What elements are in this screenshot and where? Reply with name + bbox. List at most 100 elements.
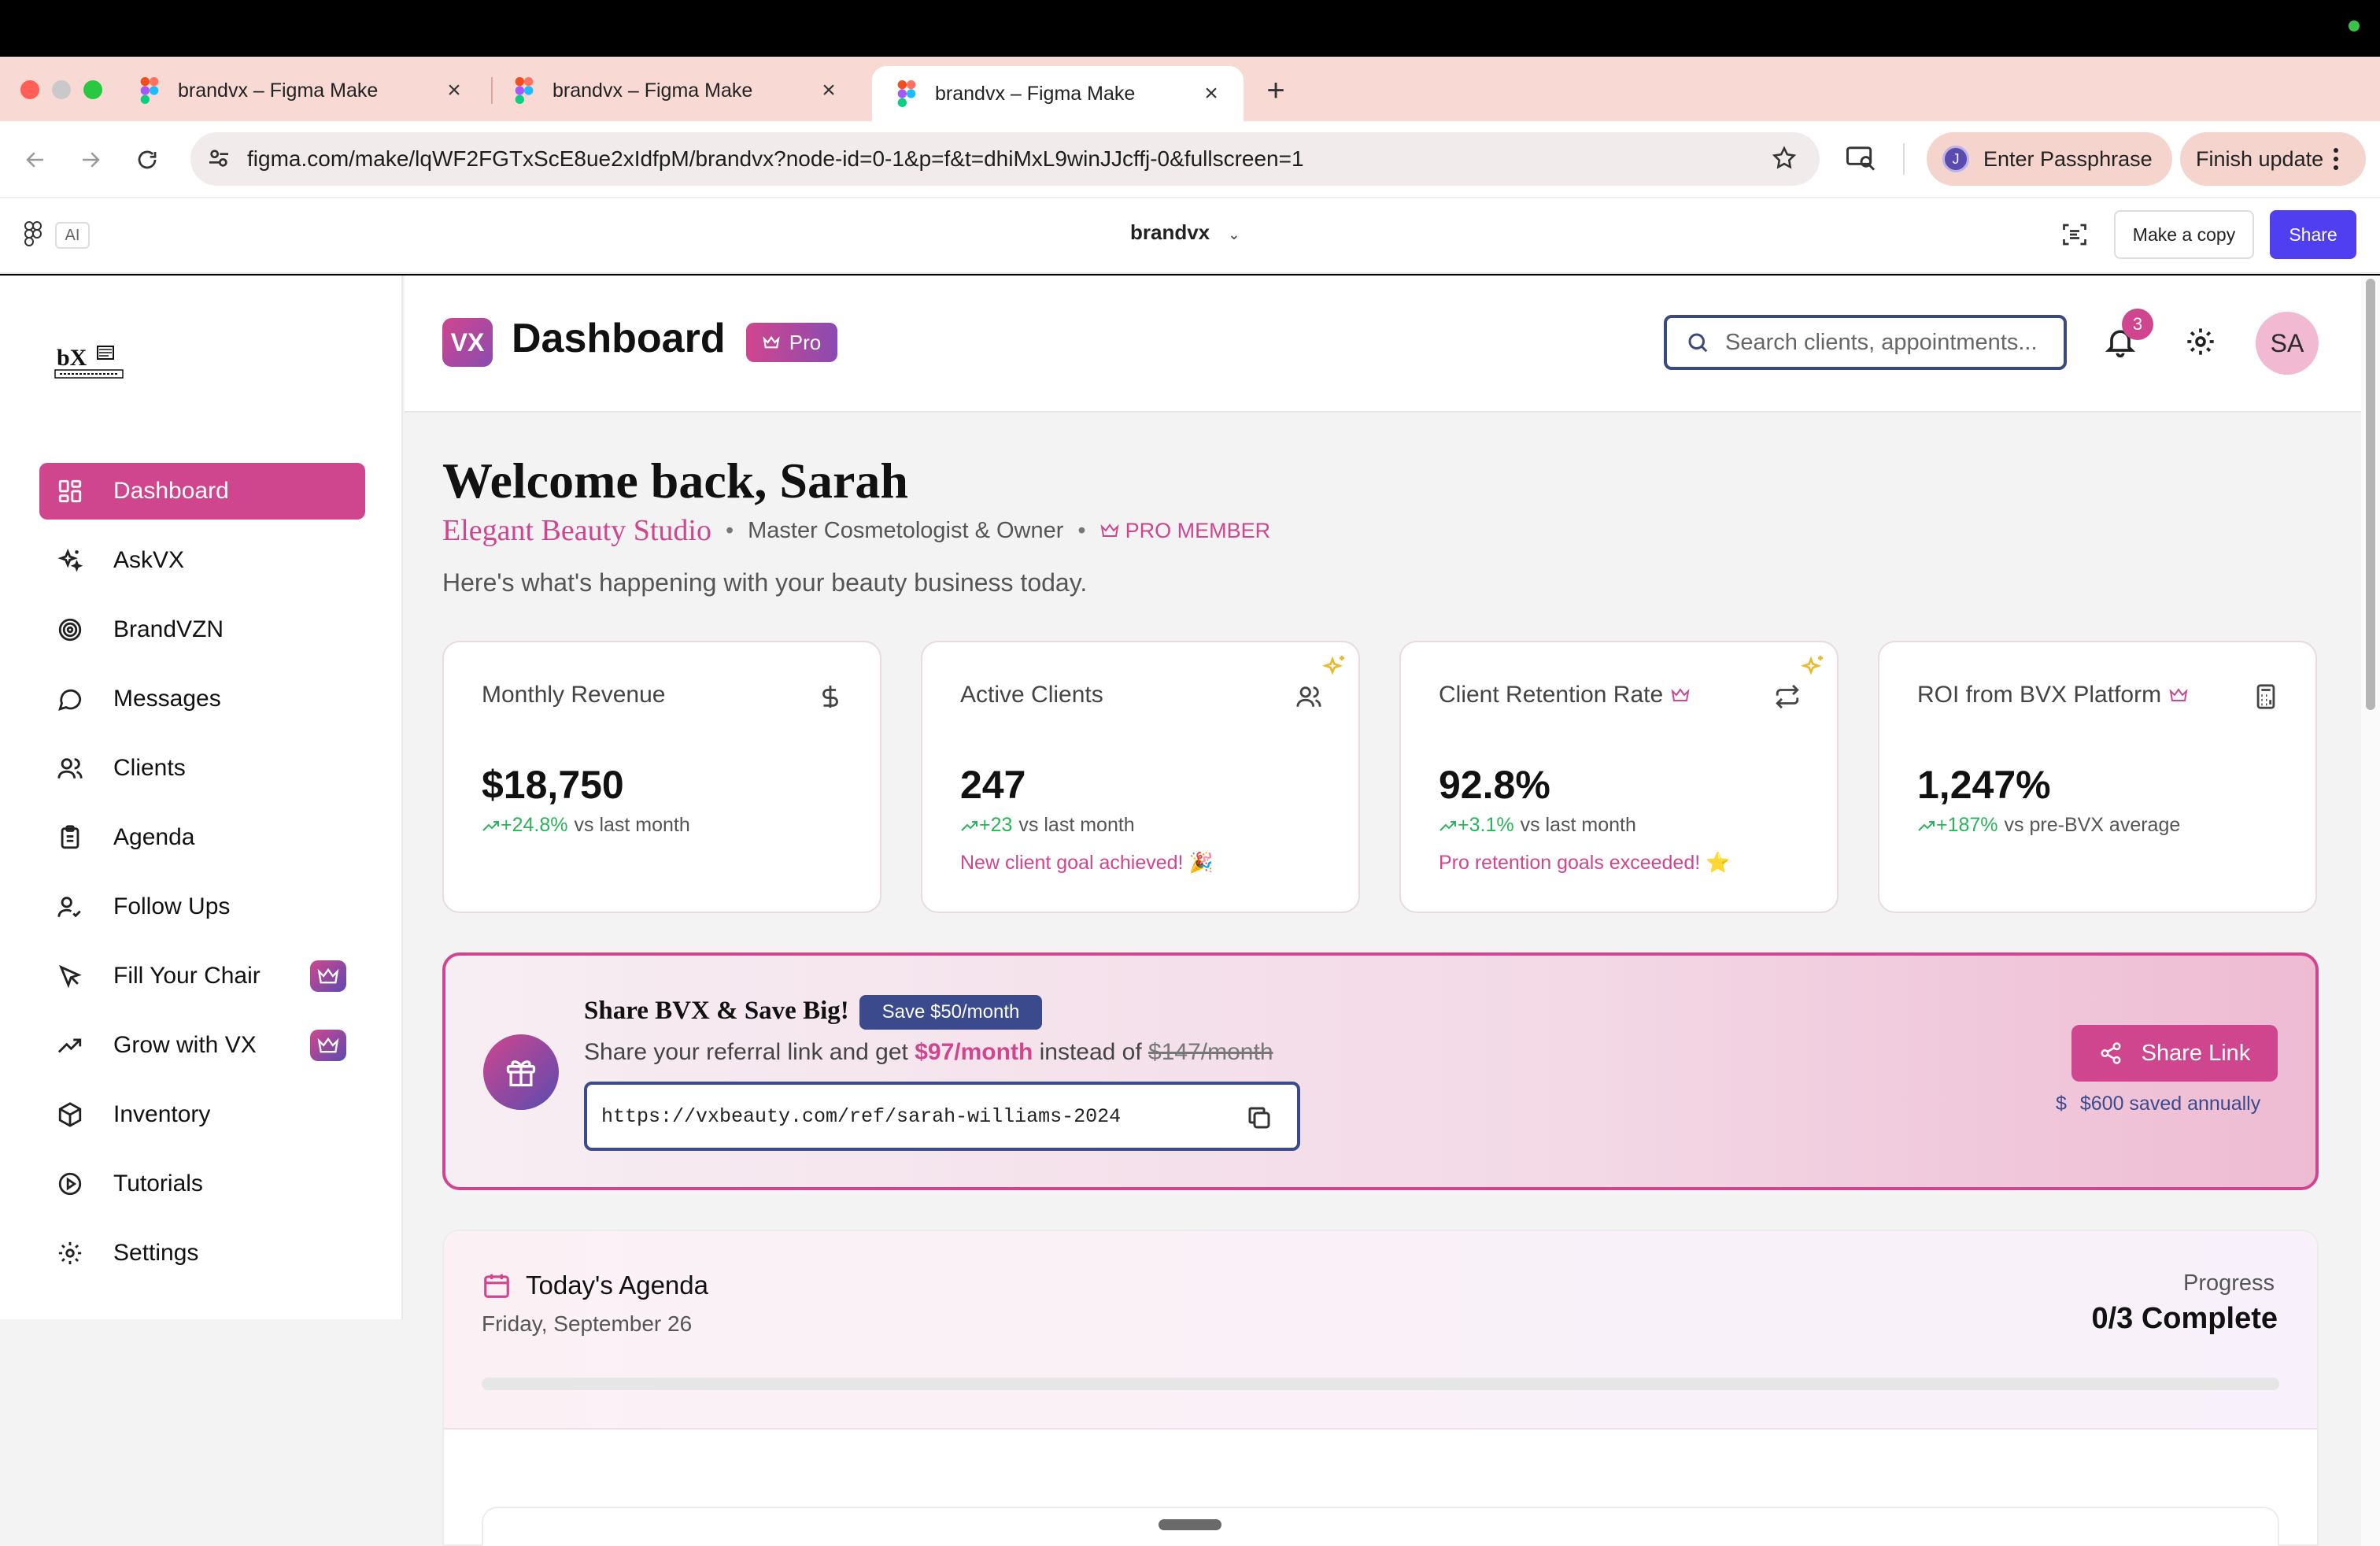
sidebar-item-tutorials[interactable]: Tutorials	[39, 1156, 365, 1212]
tab-close-icon[interactable]: ×	[1199, 80, 1223, 107]
url-text: figma.com/make/lqWF2FGTxScE8ue2xIdfpM/br…	[247, 146, 1304, 171]
annual-savings: $ $600 saved annually	[2056, 1093, 2260, 1115]
sidebar-item-messages[interactable]: Messages	[39, 671, 365, 727]
stat-value: $18,750	[482, 763, 624, 807]
more-vertical-icon[interactable]	[2333, 147, 2339, 171]
search-input[interactable]	[1725, 329, 2040, 356]
sidebar-item-inventory[interactable]: Inventory	[39, 1086, 365, 1143]
dollar-icon: $	[2056, 1093, 2067, 1115]
agenda-header	[444, 1231, 2317, 1429]
stat-card-roi[interactable]: ROI from BVX Platform 1,247% +187% vs pr…	[1878, 641, 2317, 913]
browser-tab-active[interactable]: brandvx – Figma Make ×	[872, 66, 1244, 121]
file-title-text: brandvx	[1130, 220, 1210, 244]
crown-icon	[310, 1030, 346, 1061]
crown-icon	[1100, 523, 1119, 538]
browser-tab[interactable]: brandvx – Figma Make ×	[115, 66, 486, 115]
make-a-copy-button[interactable]: Make a copy	[2114, 210, 2254, 259]
browser-tab[interactable]: brandvx – Figma Make ×	[490, 66, 861, 115]
window-minimize-button[interactable]	[52, 80, 71, 99]
crown-icon	[763, 335, 780, 350]
welcome-heading: Welcome back, Sarah	[442, 453, 908, 509]
toolbar-divider	[1903, 143, 1905, 175]
finish-update-button[interactable]: Finish update	[2180, 132, 2366, 186]
finish-update-label: Finish update	[2196, 146, 2324, 171]
file-title[interactable]: brandvx ⌄	[1130, 220, 1240, 245]
tab-title: brandvx – Figma Make	[178, 79, 379, 102]
bookmark-star-icon[interactable]	[1771, 145, 1798, 172]
chevron-down-icon[interactable]: ⌄	[1228, 227, 1240, 242]
svg-text:bX: bX	[57, 345, 87, 371]
ai-badge[interactable]: AI	[55, 222, 90, 249]
sidebar-item-brandvzn[interactable]: BrandVZN	[39, 601, 365, 658]
stat-delta-suffix: vs last month	[574, 814, 690, 836]
stat-card-revenue[interactable]: Monthly Revenue $18,750 +24.8% vs last m…	[442, 641, 881, 913]
sidebar-item-fill-your-chair[interactable]: Fill Your Chair	[39, 948, 365, 1004]
stat-note: New client goal achieved! 🎉	[960, 852, 1214, 874]
stat-title: ROI from BVX Platform	[1917, 682, 2188, 708]
stat-title: Client Retention Rate	[1439, 682, 1690, 708]
stat-title-text: Monthly Revenue	[482, 682, 666, 708]
copy-icon[interactable]	[1245, 1104, 1273, 1132]
stat-note: Pro retention goals exceeded! ⭐	[1439, 852, 1731, 874]
sidebar-item-follow-ups[interactable]: Follow Ups	[39, 878, 365, 935]
new-tab-button[interactable]: +	[1256, 71, 1295, 110]
studio-info: Elegant Beauty Studio • Master Cosmetolo…	[442, 513, 1270, 548]
search-icon	[1686, 331, 1709, 354]
forward-arrow-icon[interactable]	[72, 142, 109, 178]
stat-delta-value: +3.1%	[1458, 814, 1514, 836]
camera-indicator	[2349, 20, 2360, 31]
code-scan-icon[interactable]	[2060, 220, 2089, 249]
window-zoom-button[interactable]	[83, 80, 102, 99]
window-close-button[interactable]	[20, 80, 39, 99]
sidebar-item-settings[interactable]: Settings	[39, 1225, 365, 1282]
progress-label: Progress	[2183, 1270, 2275, 1296]
agenda-item[interactable]	[482, 1507, 2279, 1546]
figma-logo-icon[interactable]	[24, 220, 42, 249]
user-check-icon	[57, 893, 83, 920]
gear-icon[interactable]	[2185, 326, 2219, 361]
drag-handle[interactable]	[1159, 1519, 1221, 1530]
gift-icon	[483, 1034, 559, 1110]
stat-delta: +187% vs pre-BVX average	[1917, 814, 2180, 837]
share-button[interactable]: Share	[2270, 210, 2356, 259]
stat-delta-value: +24.8%	[501, 814, 568, 836]
address-bar[interactable]: figma.com/make/lqWF2FGTxScE8ue2xIdfpM/br…	[190, 132, 1820, 186]
sparkles-icon	[57, 547, 83, 574]
tab-close-icon[interactable]: ×	[442, 77, 466, 104]
stat-value: 247	[960, 763, 1026, 807]
stat-delta-change: +24.8%	[482, 814, 568, 837]
sidebar-item-dashboard[interactable]: Dashboard	[39, 463, 365, 520]
stat-value: 92.8%	[1439, 763, 1550, 807]
back-arrow-icon[interactable]	[17, 142, 54, 178]
scrollbar-thumb[interactable]	[2366, 279, 2375, 710]
sidebar-item-grow-with-vx[interactable]: Grow with VX	[39, 1017, 365, 1074]
sidebar-item-label: Inventory	[113, 1101, 211, 1127]
package-icon	[57, 1101, 83, 1128]
role-text: Master Cosmetologist & Owner	[748, 517, 1064, 543]
separator: •	[725, 517, 734, 543]
sidebar-item-label: BrandVZN	[113, 616, 224, 642]
gear-icon	[57, 1240, 83, 1267]
progress-value: 0/3 Complete	[2091, 1302, 2278, 1335]
referral-title: Share BVX & Save Big!	[584, 997, 849, 1025]
dollar-icon	[817, 683, 844, 710]
search-field[interactable]	[1664, 315, 2067, 370]
clipboard-icon	[57, 824, 83, 851]
passphrase-button[interactable]: J Enter Passphrase	[1927, 132, 2172, 186]
reload-icon[interactable]	[129, 142, 165, 178]
sidebar-item-agenda[interactable]: Agenda	[39, 809, 365, 866]
referral-url-field[interactable]: https://vxbeauty.com/ref/sarah-williams-…	[584, 1082, 1300, 1151]
tab-close-icon[interactable]: ×	[817, 77, 841, 104]
avatar[interactable]: SA	[2256, 312, 2319, 375]
agenda-date: Friday, September 26	[482, 1311, 693, 1336]
stat-card-active-clients[interactable]: Active Clients 247 +23 vs last month New…	[921, 641, 1360, 913]
sidebar-item-askvx[interactable]: AskVX	[39, 532, 365, 589]
stat-card-retention[interactable]: Client Retention Rate 92.8% +3.1% vs las…	[1399, 641, 1839, 913]
site-settings-icon[interactable]	[206, 146, 231, 171]
sidebar-item-clients[interactable]: Clients	[39, 740, 365, 797]
tab-title: brandvx – Figma Make	[935, 82, 1136, 105]
studio-name: Elegant Beauty Studio	[442, 514, 711, 547]
lens-search-icon[interactable]	[1846, 145, 1876, 172]
share-link-button[interactable]: Share Link	[2071, 1025, 2278, 1082]
vx-logo: VX	[442, 318, 493, 367]
